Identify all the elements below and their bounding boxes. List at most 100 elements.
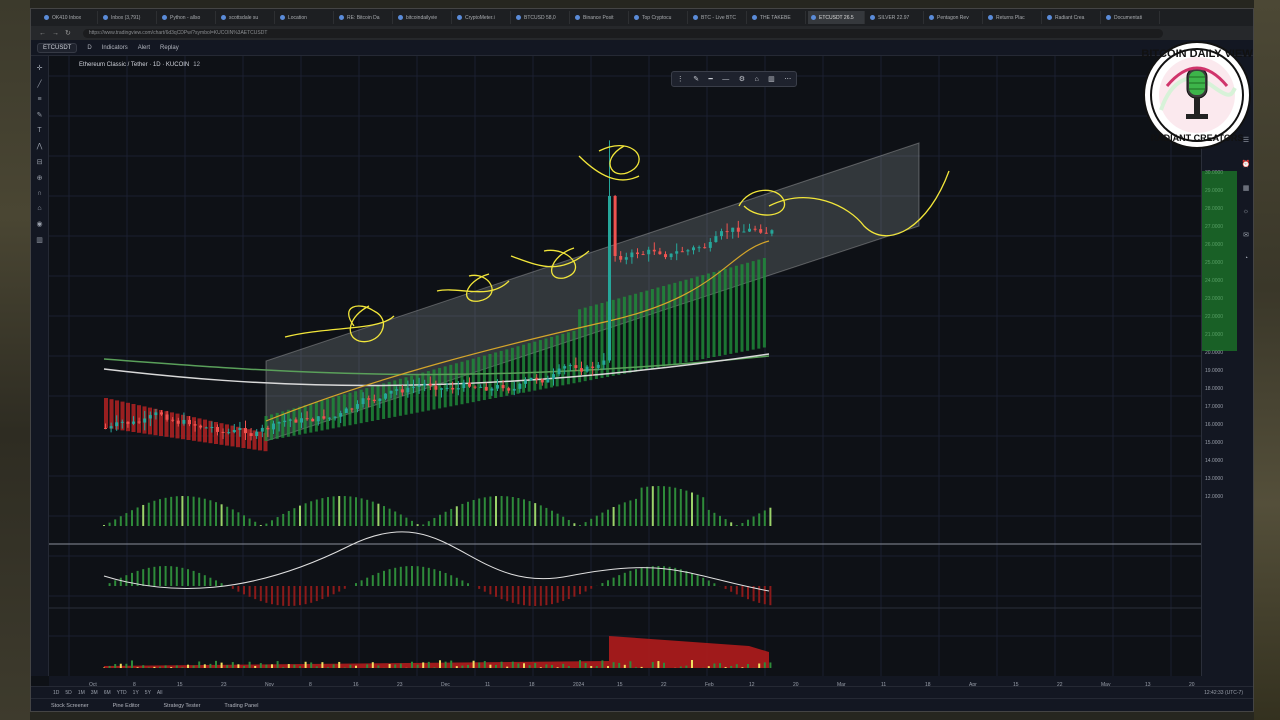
candle bbox=[507, 388, 511, 391]
candle bbox=[428, 383, 432, 386]
pattern-icon[interactable]: ⋀ bbox=[37, 142, 43, 150]
symbol-search[interactable]: ETCUSDT bbox=[37, 42, 78, 53]
range-button[interactable]: 3M bbox=[91, 690, 98, 696]
chat-icon[interactable]: ✉ bbox=[1243, 231, 1249, 239]
candle bbox=[288, 419, 292, 421]
range-button[interactable]: All bbox=[157, 690, 163, 696]
notifications-icon[interactable]: ◔ bbox=[1244, 255, 1248, 262]
lock-icon[interactable]: ⌂ bbox=[37, 205, 41, 212]
ribbon-bar bbox=[225, 424, 229, 446]
back-icon[interactable]: ← bbox=[39, 30, 46, 37]
tab-label: Returns Plac bbox=[996, 14, 1025, 21]
candle bbox=[367, 398, 371, 400]
browser-tab[interactable]: ETCUSDT 26.5 bbox=[808, 11, 865, 24]
bottom-panel-tab[interactable]: Trading Panel bbox=[224, 703, 258, 709]
browser-tab[interactable]: Top Cryptocu bbox=[631, 11, 688, 24]
crosshair-icon[interactable]: ✛ bbox=[37, 64, 43, 72]
tab-label: ETCUSDT 26.5 bbox=[819, 14, 854, 21]
candle bbox=[160, 412, 163, 415]
browser-tab[interactable]: Radiant Crea bbox=[1044, 11, 1101, 24]
browser-tab[interactable]: OK410 Inbox bbox=[41, 11, 98, 24]
browser-tab[interactable]: Documentati bbox=[1103, 11, 1160, 24]
measure-icon[interactable]: ⊟ bbox=[37, 158, 43, 166]
candle bbox=[664, 254, 667, 258]
browser-tab[interactable]: Python - allso bbox=[159, 11, 216, 24]
browser-tab[interactable]: BTC - Live BTC bbox=[690, 11, 747, 24]
bottom-panel-tab[interactable]: Pine Editor bbox=[113, 703, 140, 709]
time-axis[interactable]: Oct 8 15 23 Nov 8 16 23 Dec 11 18 2024 15 22 Feb 12 20 Ma… bbox=[49, 676, 1253, 688]
candle bbox=[227, 432, 231, 434]
candle bbox=[255, 431, 259, 437]
candle bbox=[675, 251, 679, 254]
candle bbox=[423, 383, 427, 386]
url-field[interactable]: https://www.tradingview.com/chart/6d3qCD… bbox=[82, 28, 1163, 38]
tab-favicon-icon bbox=[929, 15, 934, 20]
candle bbox=[400, 389, 404, 393]
magnet-icon[interactable]: ∩ bbox=[37, 190, 42, 197]
browser-tab[interactable]: SILVER 22.97 bbox=[867, 11, 924, 24]
clock: 12:42:33 (UTC-7) bbox=[1204, 689, 1243, 696]
chart-area[interactable] bbox=[49, 56, 1201, 676]
background-left-border bbox=[0, 0, 30, 720]
candle bbox=[624, 257, 628, 260]
trash-icon[interactable]: ▥ bbox=[36, 236, 43, 244]
browser-tab[interactable]: CryptoMeter.i bbox=[454, 11, 511, 24]
indicators-button[interactable]: Indicators bbox=[102, 45, 128, 51]
range-button[interactable]: 5Y bbox=[145, 690, 151, 696]
browser-tab[interactable]: RE: Bitcoin Da bbox=[336, 11, 393, 24]
replay-button[interactable]: Replay bbox=[160, 45, 179, 51]
alerts-icon[interactable]: ⏰ bbox=[1242, 160, 1251, 168]
browser-tab[interactable]: Returns Plac bbox=[985, 11, 1042, 24]
tab-favicon-icon bbox=[1047, 15, 1052, 20]
symbol-title: Ethereum Classic / Tether · 1D · KUCOIN bbox=[79, 62, 190, 68]
settings-icon[interactable]: ⚙ bbox=[739, 75, 745, 83]
ideas-icon[interactable]: ☼ bbox=[1243, 208, 1249, 215]
candle bbox=[652, 249, 656, 252]
calendar-icon[interactable]: ▦ bbox=[1243, 184, 1250, 192]
range-button[interactable]: YTD bbox=[117, 690, 127, 696]
range-button[interactable]: 1D bbox=[53, 690, 59, 696]
range-button[interactable]: 1M bbox=[78, 690, 85, 696]
forward-icon[interactable]: → bbox=[52, 30, 59, 37]
candle bbox=[557, 368, 561, 375]
browser-tab[interactable]: THE TAKEBE bbox=[749, 11, 806, 24]
candle bbox=[378, 398, 382, 402]
candle bbox=[445, 387, 449, 389]
pencil-icon[interactable]: ✎ bbox=[693, 75, 699, 83]
browser-tab[interactable]: Location bbox=[277, 11, 334, 24]
candle bbox=[188, 419, 191, 425]
ribbon-bar bbox=[170, 412, 174, 438]
text-icon[interactable]: T bbox=[37, 127, 41, 134]
delete-icon[interactable]: ▥ bbox=[768, 75, 775, 83]
zoom-icon[interactable]: ⊕ bbox=[37, 174, 43, 182]
chart-canvas[interactable] bbox=[49, 56, 1201, 676]
candle bbox=[204, 427, 208, 429]
range-button[interactable]: 6M bbox=[104, 690, 111, 696]
line-width-icon[interactable]: — bbox=[722, 76, 729, 83]
bottom-panel-tab[interactable]: Strategy Tester bbox=[164, 703, 201, 709]
fib-icon[interactable]: ≡ bbox=[37, 96, 41, 103]
browser-tab[interactable]: scottsdale su bbox=[218, 11, 275, 24]
candle bbox=[759, 229, 763, 233]
browser-tab[interactable]: Binance Posit bbox=[572, 11, 629, 24]
tab-favicon-icon bbox=[575, 15, 580, 20]
range-button[interactable]: 1Y bbox=[133, 690, 139, 696]
brush-icon[interactable]: ✎ bbox=[37, 111, 43, 119]
candle bbox=[669, 253, 673, 258]
browser-tab[interactable]: Inbox (3,791) bbox=[100, 11, 157, 24]
line-color-icon[interactable]: ━ bbox=[709, 75, 713, 83]
browser-tab[interactable]: BTCUSD 58,0 bbox=[513, 11, 570, 24]
lock-drawing-icon[interactable]: ⌂ bbox=[754, 76, 758, 83]
eye-icon[interactable]: ◉ bbox=[36, 220, 42, 228]
range-button[interactable]: 5D bbox=[65, 690, 71, 696]
alert-button[interactable]: Alert bbox=[138, 45, 150, 51]
candle bbox=[725, 231, 729, 233]
reload-icon[interactable]: ↻ bbox=[65, 29, 71, 37]
drag-handle-icon[interactable]: ⋮ bbox=[677, 75, 684, 83]
trendline-icon[interactable]: ╱ bbox=[37, 80, 41, 88]
more-icon[interactable]: ⋯ bbox=[784, 75, 791, 83]
timeframe-button[interactable]: D bbox=[87, 45, 91, 51]
bottom-panel-tab[interactable]: Stock Screener bbox=[51, 703, 89, 709]
browser-tab[interactable]: bitcoindailyvie bbox=[395, 11, 452, 24]
browser-tab[interactable]: Pentagon Rev bbox=[926, 11, 983, 24]
